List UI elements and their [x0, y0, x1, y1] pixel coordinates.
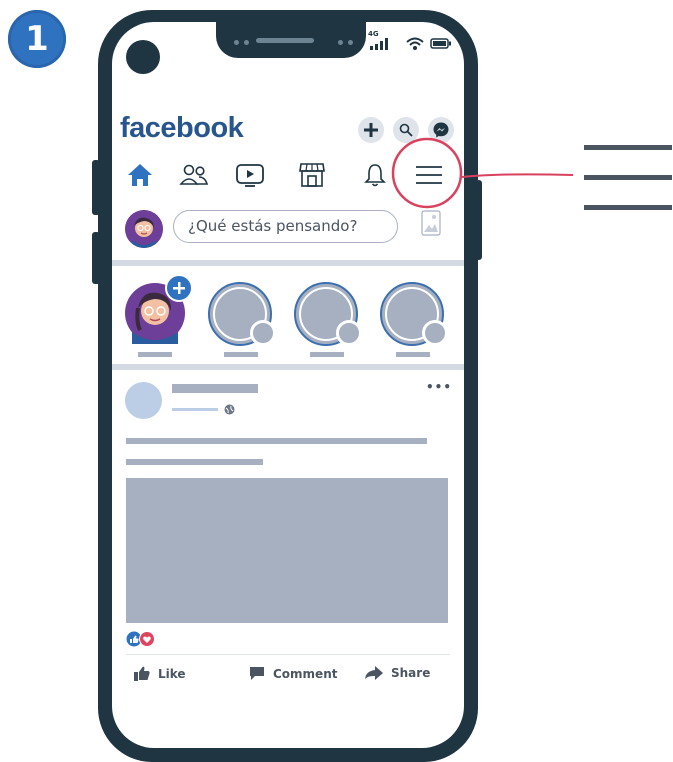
post-time-placeholder [172, 408, 218, 411]
comment-button[interactable]: Comment [249, 666, 337, 681]
friends-icon [179, 164, 209, 185]
story-avatar-badge [336, 320, 362, 346]
phone-notch [216, 14, 366, 58]
tab-home[interactable] [124, 160, 156, 190]
tab-marketplace[interactable] [296, 160, 328, 190]
post-actions-divider [126, 654, 450, 655]
plus-icon [364, 123, 378, 137]
plus-icon [173, 282, 185, 294]
like-button[interactable]: Like [134, 666, 186, 681]
like-label: Like [158, 666, 186, 681]
post-image-placeholder[interactable] [126, 478, 448, 623]
video-icon [236, 164, 264, 187]
facebook-logo[interactable]: facebook [120, 112, 244, 145]
share-label: Share [391, 666, 431, 680]
avatar-illustration [125, 210, 163, 248]
menu-highlight-annotation [391, 137, 672, 210]
tab-friends[interactable] [178, 160, 210, 190]
share-icon [365, 666, 383, 680]
story-avatar-badge [422, 320, 448, 346]
whats-on-your-mind-input[interactable]: ¿Qué estás pensando? [173, 210, 398, 243]
tab-notifications[interactable] [359, 160, 391, 190]
wifi-icon [406, 37, 424, 50]
post-author-name-placeholder [172, 384, 258, 393]
comment-icon [250, 667, 264, 680]
reactions-icon [126, 631, 155, 647]
step-number-badge: 1 [8, 10, 66, 68]
section-divider [112, 364, 464, 370]
story-name-placeholder [224, 352, 258, 357]
create-button[interactable] [358, 117, 384, 143]
story-avatar-badge [250, 320, 276, 346]
post-more-button[interactable]: ••• [426, 380, 452, 394]
status-bar: 4G [366, 30, 456, 52]
share-button[interactable]: Share [365, 666, 430, 680]
speaker-grille [256, 38, 314, 43]
bell-icon [364, 164, 386, 187]
enlarged-hamburger-icon [584, 145, 672, 210]
add-story-button[interactable] [165, 274, 193, 302]
user-avatar[interactable] [125, 210, 163, 248]
battery-icon [430, 38, 451, 49]
post-author-avatar[interactable] [125, 382, 162, 419]
tab-watch[interactable] [234, 160, 266, 190]
network-label: 4G [368, 30, 379, 38]
home-icon [128, 164, 152, 186]
story-name-placeholder [138, 352, 172, 357]
story-name-placeholder [310, 352, 344, 357]
pointer-line [461, 173, 574, 178]
step-number: 1 [25, 19, 49, 59]
photo-button[interactable] [420, 210, 442, 240]
store-icon [299, 163, 325, 187]
photo-icon [421, 210, 441, 236]
post-text-line [126, 459, 263, 465]
post-text-line [126, 438, 427, 444]
front-camera [126, 40, 160, 74]
globe-icon [224, 404, 235, 415]
section-divider [112, 260, 464, 266]
signal-icon [370, 38, 388, 50]
comment-label: Comment [273, 666, 338, 681]
story-name-placeholder [396, 352, 430, 357]
highlight-circle [391, 137, 463, 209]
thumbs-up-icon [134, 666, 150, 681]
